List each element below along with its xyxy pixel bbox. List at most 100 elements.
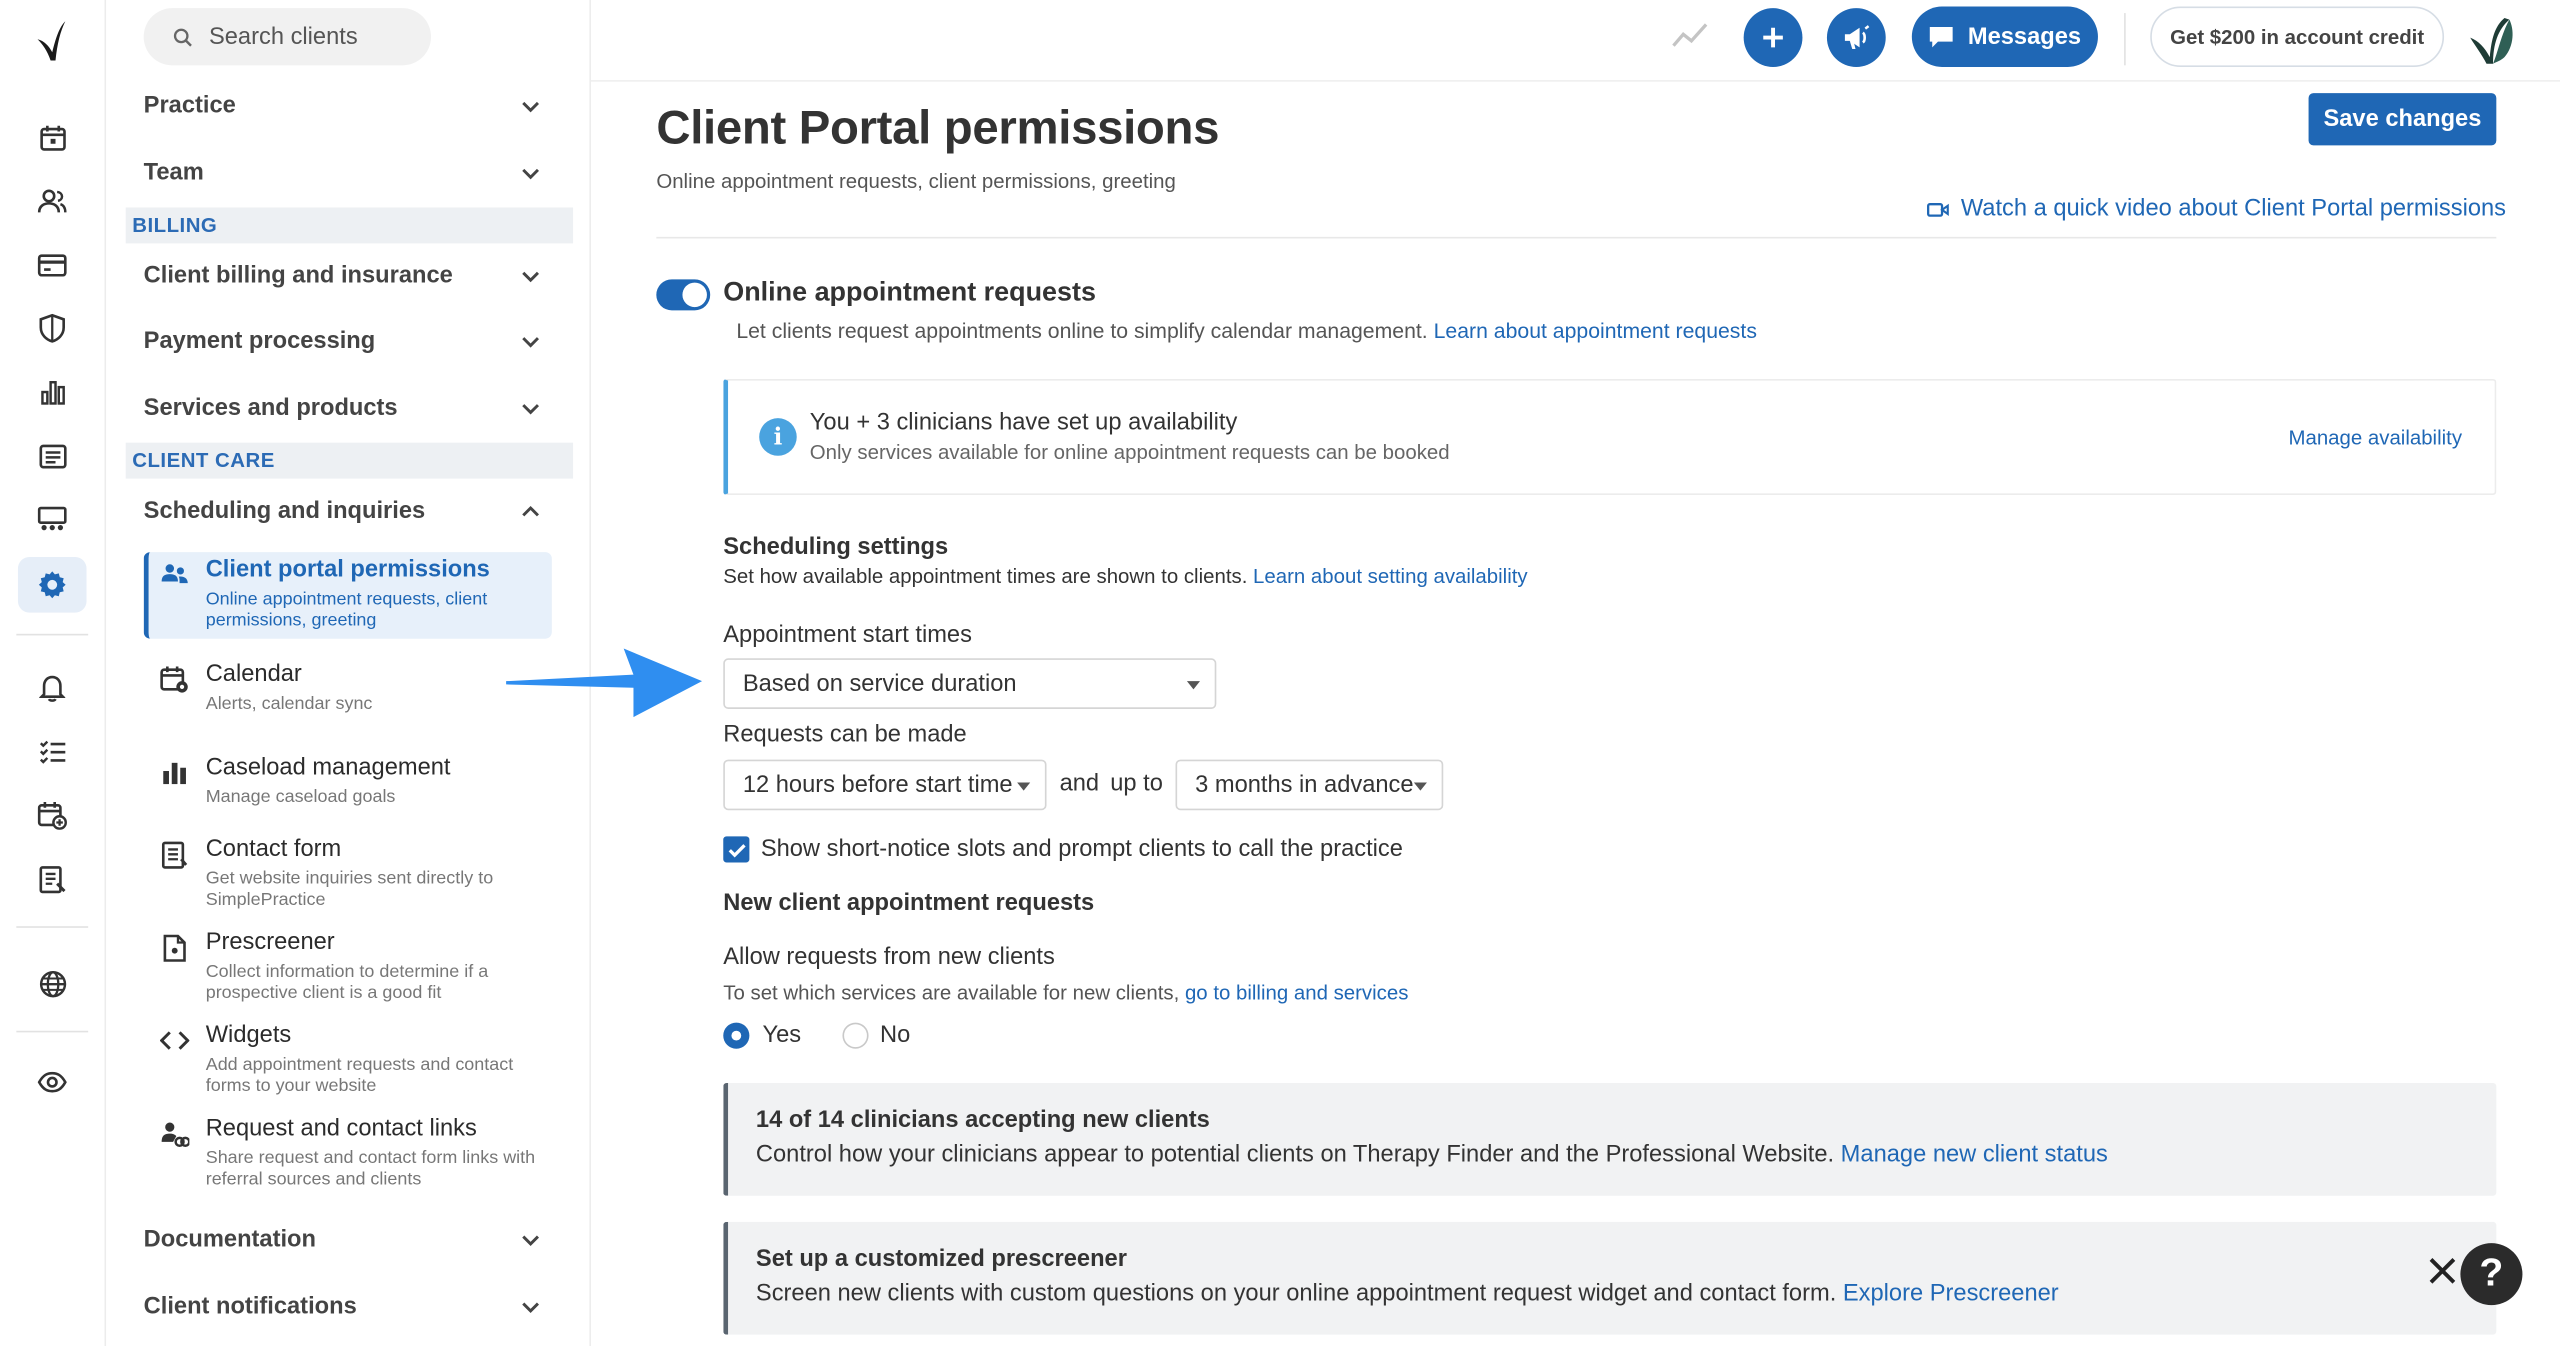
clients-icon[interactable] — [18, 173, 87, 229]
account-credit-button[interactable]: Get $200 in account credit — [2150, 6, 2445, 67]
online-requests-desc: Let clients request appointments online … — [736, 319, 1757, 344]
video-camera-icon — [1927, 202, 1949, 216]
max-advance-value: 3 months in advance — [1195, 771, 1414, 798]
prescreener-desc: Screen new clients with custom questions… — [756, 1281, 2059, 1307]
sidebar-item-desc: Collect information to determine if a pr… — [205, 962, 489, 1003]
notifications-bell-icon[interactable] — [18, 660, 87, 716]
clinicians-accepting-desc: Control how your clinicians appear to po… — [756, 1142, 2108, 1168]
allow-new-clients-label: Allow requests from new clients — [723, 944, 1055, 971]
topbar-divider — [2124, 13, 2126, 66]
manage-availability-link[interactable]: Manage availability — [2288, 426, 2462, 449]
allow-new-clients-no-radio[interactable] — [842, 1022, 869, 1049]
sidebar-item-caseload-management[interactable]: Caseload management Manage caseload goal… — [144, 750, 552, 809]
megaphone-icon — [1844, 25, 1870, 50]
billing-card-icon[interactable] — [18, 237, 87, 293]
scheduling-desc-text: Set how available appointment times are … — [723, 565, 1248, 589]
rail-divider — [16, 926, 89, 928]
chevron-down-icon — [522, 1302, 539, 1313]
sidebar-item-label: Contact form — [205, 836, 342, 863]
close-icon[interactable] — [2426, 1255, 2459, 1288]
globe-icon[interactable] — [18, 956, 87, 1012]
messages-button[interactable]: Messages — [1911, 6, 2098, 67]
sidebar-item-contact-form[interactable]: Contact form Get website inquiries sent … — [144, 831, 552, 911]
billing-services-link[interactable]: go to billing and services — [1185, 982, 1408, 1005]
nav-group-team[interactable]: Team — [144, 152, 555, 194]
sidebar-item-request-contact-links[interactable]: Request and contact links Share request … — [144, 1111, 552, 1191]
sidebar-item-label: Widgets — [205, 1022, 292, 1049]
prescreener-promo-box: Set up a customized prescreener Screen n… — [723, 1221, 2497, 1335]
no-label: No — [879, 1022, 911, 1049]
online-requests-desc-text: Let clients request appointments online … — [736, 318, 1428, 344]
notes-document-icon[interactable] — [18, 851, 87, 907]
nav-group-client-billing[interactable]: Client billing and insurance — [144, 255, 555, 297]
search-input[interactable]: Search clients — [143, 8, 432, 66]
nav-group-payment-processing[interactable]: Payment processing — [144, 320, 555, 362]
and-text: and — [1059, 771, 1100, 798]
chevron-down-icon — [522, 168, 539, 180]
watch-video-label: Watch a quick video about Client Portal … — [1960, 196, 2507, 223]
allow-new-clients-yes-radio[interactable] — [723, 1022, 750, 1049]
nav-section-billing: BILLING — [125, 207, 574, 244]
learn-setting-availability-link[interactable]: Learn about setting availability — [1253, 565, 1528, 588]
nav-group-client-notifications[interactable]: Client notifications — [144, 1286, 555, 1328]
new-client-services-desc: To set which services are available for … — [723, 982, 1408, 1005]
sidebar-item-calendar[interactable]: Calendar Alerts, calendar sync — [144, 657, 552, 716]
announcements-button[interactable] — [1826, 8, 1886, 67]
short-notice-checkbox[interactable] — [723, 836, 750, 863]
page-title: Client Portal permissions — [656, 102, 1220, 156]
calendar-add-icon[interactable] — [18, 787, 87, 843]
marketing-icon[interactable] — [18, 492, 87, 548]
online-requests-title: Online appointment requests — [723, 277, 1096, 308]
eye-icon[interactable] — [18, 1054, 87, 1110]
help-button[interactable]: ? — [2460, 1243, 2523, 1306]
check-icon — [727, 843, 745, 857]
analytics-icon[interactable] — [18, 364, 87, 420]
nav-group-services-products[interactable]: Services and products — [144, 387, 555, 429]
sidebar-item-desc: Get website inquiries sent directly to S… — [205, 869, 494, 910]
sidebar-item-client-portal-permissions[interactable]: Client portal permissions Online appoint… — [143, 552, 552, 639]
clinicians-accepting-box: 14 of 14 clinicians accepting new client… — [723, 1083, 2497, 1196]
save-changes-button[interactable]: Save changes — [2308, 93, 2497, 146]
sidebar-item-widgets[interactable]: Widgets Add appointment requests and con… — [144, 1018, 552, 1098]
avatar[interactable] — [2465, 13, 2517, 65]
max-advance-select[interactable]: 3 months in advance — [1175, 759, 1444, 811]
nav-group-label: Services and products — [143, 395, 398, 422]
sidebar-item-desc: Add appointment requests and contact for… — [205, 1055, 514, 1097]
sidebar-item-desc: Manage caseload goals — [205, 787, 396, 807]
chevron-down-icon — [522, 337, 539, 348]
watch-video-link[interactable]: Watch a quick video about Client Portal … — [1927, 196, 2506, 222]
settings-gear-icon[interactable] — [17, 557, 87, 613]
up-to-text: up to — [1110, 771, 1163, 798]
nav-group-label: Practice — [143, 93, 236, 120]
app-logo-icon[interactable] — [33, 20, 72, 62]
code-icon — [159, 1026, 190, 1055]
availability-info-box: i You + 3 clinicians have set up availab… — [723, 378, 2497, 495]
trend-line-icon[interactable] — [1672, 20, 1708, 53]
nav-group-label: Scheduling and inquiries — [143, 498, 426, 525]
yes-label: Yes — [762, 1022, 802, 1049]
nav-group-documentation[interactable]: Documentation — [144, 1219, 555, 1261]
caret-down-icon — [1017, 782, 1031, 791]
min-notice-select[interactable]: 12 hours before start time — [723, 759, 1047, 811]
explore-prescreener-link[interactable]: Explore Prescreener — [1843, 1281, 2059, 1307]
users-icon — [160, 560, 189, 589]
chevron-down-icon — [522, 404, 539, 415]
nav-group-practice[interactable]: Practice — [144, 85, 555, 127]
sidebar-item-prescreener[interactable]: Prescreener Collect information to deter… — [144, 925, 552, 1005]
form-icon — [160, 840, 189, 869]
calendar-icon[interactable] — [18, 109, 87, 165]
manage-new-client-status-link[interactable]: Manage new client status — [1841, 1142, 2108, 1168]
online-requests-toggle[interactable] — [656, 279, 711, 311]
learn-appointment-requests-link[interactable]: Learn about appointment requests — [1434, 319, 1757, 344]
activity-list-icon[interactable] — [18, 428, 87, 484]
page-subtitle: Online appointment requests, client perm… — [656, 169, 1176, 193]
availability-desc: Only services available for online appoi… — [809, 441, 1450, 464]
start-times-select[interactable]: Based on service duration — [723, 658, 1217, 709]
insurance-shield-icon[interactable] — [18, 301, 87, 357]
nav-group-scheduling[interactable]: Scheduling and inquiries — [144, 490, 555, 532]
rail-divider — [16, 633, 89, 636]
clinicians-desc-text: Control how your clinicians appear to po… — [755, 1141, 1835, 1168]
start-times-value: Based on service duration — [742, 670, 1017, 697]
tasks-checklist-icon[interactable] — [18, 724, 87, 780]
add-button[interactable] — [1743, 8, 1803, 67]
